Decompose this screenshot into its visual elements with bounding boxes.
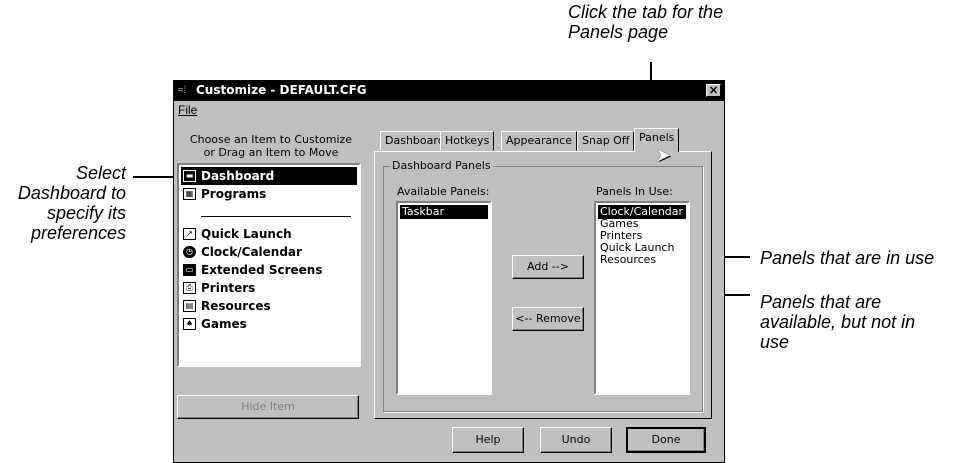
list-item-clock-calendar[interactable]: ◷ Clock/Calendar: [181, 243, 357, 261]
undo-button[interactable]: Undo: [540, 427, 612, 453]
callout-panels-tab: Click the tab for the Panels page: [568, 2, 723, 42]
list-item-quick-launch[interactable]: ↗ Quick Launch: [181, 225, 357, 243]
app-icon: ≈⁞: [178, 85, 187, 96]
remove-button[interactable]: <-- Remove: [512, 307, 584, 331]
item-label: Quick Launch: [201, 227, 292, 241]
quick-launch-icon: ↗: [183, 228, 196, 240]
menu-file[interactable]: File: [178, 103, 197, 117]
panels-in-use-label: Panels In Use:: [596, 185, 673, 198]
callout-pointer: [133, 176, 177, 178]
close-button[interactable]: ✕: [706, 84, 721, 97]
callout-line: Click the tab for the: [568, 2, 724, 22]
callout-in-use: Panels that are in use: [760, 248, 935, 268]
list-item-programs[interactable]: ▦ Programs: [181, 185, 357, 203]
list-item-extended-screens[interactable]: ▭ Extended Screens: [181, 261, 357, 279]
tab-snap-off[interactable]: Snap Off: [577, 131, 635, 151]
dashboard-panels-group: Dashboard Panels Available Panels: Panel…: [383, 159, 703, 412]
clock-icon: ◷: [183, 246, 196, 258]
dashboard-icon: ▬: [183, 170, 196, 182]
panels-in-use-list[interactable]: Clock/Calendar Games Printers Quick Laun…: [594, 201, 690, 395]
callout-line: use: [760, 332, 790, 352]
item-label: Extended Screens: [201, 263, 323, 277]
item-label: Resources: [201, 299, 271, 313]
available-item-taskbar[interactable]: Taskbar: [400, 205, 488, 219]
group-title: Dashboard Panels: [390, 159, 493, 172]
list-item-resources[interactable]: ▤ Resources: [181, 297, 357, 315]
window-title: Customize - DEFAULT.CFG: [196, 83, 367, 97]
add-button[interactable]: Add -->: [512, 255, 584, 279]
list-item-dashboard[interactable]: ▬ Dashboard: [181, 167, 357, 185]
menu-bar: File: [174, 101, 724, 119]
available-panels-label: Available Panels:: [397, 185, 490, 198]
callout-line: available, but not in: [760, 312, 916, 332]
customize-instruction: Choose an Item to Customize or Drag an I…: [180, 133, 362, 159]
list-divider: [201, 216, 351, 217]
hide-item-button[interactable]: Hide Item: [177, 395, 359, 419]
available-panels-list[interactable]: Taskbar: [396, 201, 492, 395]
callout-line: Panels that are: [760, 292, 882, 312]
callout-line: preferences: [30, 223, 126, 243]
tab-page: Dashboard Panels Available Panels: Panel…: [374, 151, 712, 419]
tab-appearance[interactable]: Appearance: [501, 131, 578, 151]
screens-icon: ▭: [183, 264, 196, 276]
callout-line: Panels page: [568, 22, 669, 42]
printer-icon: ⎙: [183, 282, 196, 294]
in-use-item-resources[interactable]: Resources: [598, 253, 686, 267]
callout-line: Dashboard to: [17, 183, 126, 203]
mouse-cursor-icon: ➤: [656, 145, 672, 165]
item-label: Clock/Calendar: [201, 245, 302, 259]
callout-select-dashboard: Select Dashboard to specify its preferen…: [0, 163, 126, 243]
done-button[interactable]: Done: [626, 427, 706, 453]
item-label: Games: [201, 317, 247, 331]
item-label: Programs: [201, 187, 267, 201]
instruction-line: or Drag an Item to Move: [203, 146, 339, 159]
list-item-games[interactable]: ♠ Games: [181, 315, 357, 333]
resources-icon: ▤: [183, 300, 196, 312]
callout-line: specify its: [46, 203, 126, 223]
games-icon: ♠: [183, 318, 196, 330]
callout-line: Select: [75, 163, 126, 183]
item-label: Dashboard: [201, 169, 275, 183]
list-item-printers[interactable]: ⎙ Printers: [181, 279, 357, 297]
programs-icon: ▦: [183, 188, 196, 200]
item-list[interactable]: ▬ Dashboard ▦ Programs ↗ Quick Launch ◷ …: [177, 163, 361, 367]
customize-window: ≈⁞ Customize - DEFAULT.CFG ✕ File Choose…: [173, 80, 725, 463]
tab-hotkeys[interactable]: Hotkeys: [440, 131, 495, 151]
help-button[interactable]: Help: [452, 427, 524, 453]
title-bar[interactable]: ≈⁞ Customize - DEFAULT.CFG ✕: [174, 81, 724, 101]
item-label: Printers: [201, 281, 256, 295]
callout-available: Panels that are available, but not in us…: [760, 292, 915, 352]
instruction-line: Choose an Item to Customize: [189, 133, 353, 146]
